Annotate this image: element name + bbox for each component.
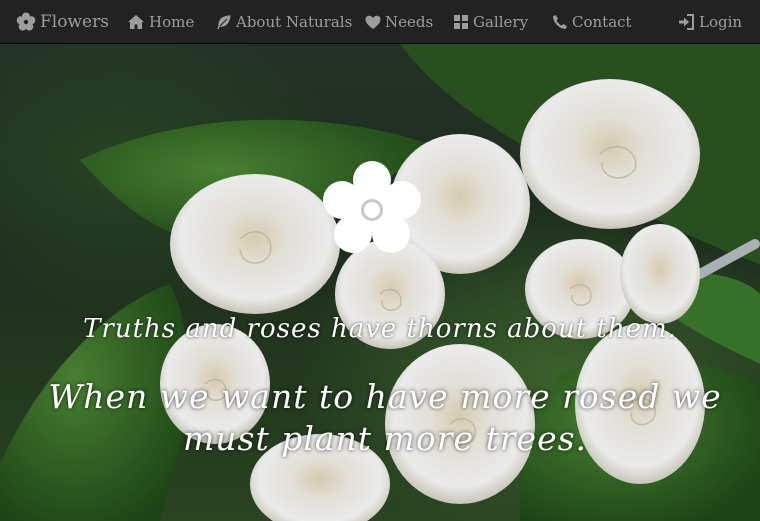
phone-icon — [553, 15, 567, 29]
home-icon — [128, 15, 144, 29]
nav-item-about[interactable]: About Naturals — [216, 0, 352, 44]
flower-icon — [16, 12, 36, 31]
heart-icon — [365, 15, 381, 29]
brand-label: Flowers — [40, 12, 109, 32]
nav-item-label: Contact — [572, 13, 632, 31]
nav-item-home[interactable]: Home — [127, 0, 194, 44]
login-icon — [679, 14, 694, 30]
login-label: Login — [699, 13, 743, 31]
nav-item-contact[interactable]: Contact — [552, 0, 632, 44]
brand-link[interactable]: Flowers — [16, 0, 109, 44]
nav-item-gallery[interactable]: Gallery — [453, 0, 528, 44]
navbar: Flowers Home About Naturals Needs Galler… — [0, 0, 760, 44]
flower-icon — [323, 161, 421, 253]
nav-item-label: Gallery — [473, 13, 529, 31]
nav-item-label: Home — [149, 13, 195, 31]
hero-quote-large: When we want to have more rosed we must … — [48, 377, 722, 458]
leaf-icon — [217, 15, 231, 30]
hero-quote-small: Truths and roses have thorns about them. — [83, 314, 677, 344]
login-link[interactable]: Login — [677, 0, 742, 44]
nav-item-needs[interactable]: Needs — [365, 0, 433, 44]
hero-banner: Truths and roses have thorns about them.… — [0, 44, 760, 521]
grid-icon — [454, 15, 468, 29]
nav-item-label: Needs — [385, 13, 434, 31]
nav-item-label: About Naturals — [236, 13, 353, 31]
